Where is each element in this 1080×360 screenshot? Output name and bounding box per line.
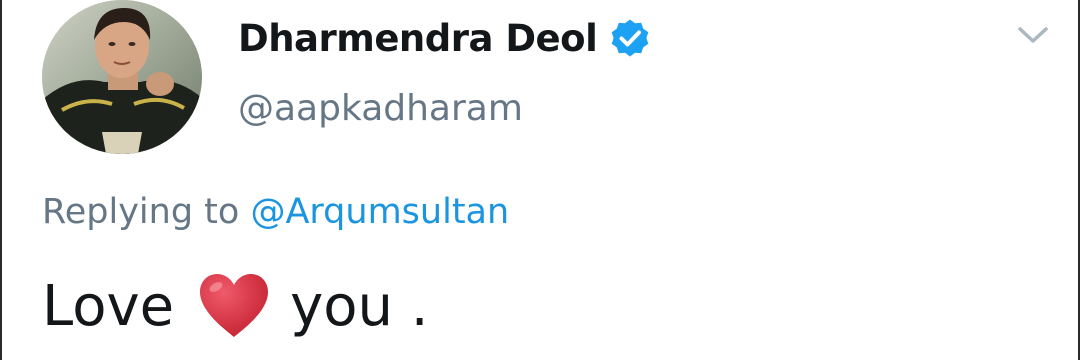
chevron-down-icon[interactable] bbox=[1014, 18, 1052, 52]
author-display-name[interactable]: Dharmendra Deol bbox=[238, 17, 598, 60]
tweet-card: Dharmendra Deol @aapkadharam Replying to… bbox=[0, 0, 1080, 360]
author-avatar[interactable] bbox=[42, 0, 202, 154]
author-name-row[interactable]: Dharmendra Deol bbox=[238, 12, 650, 64]
verified-badge-icon bbox=[611, 19, 649, 57]
tweet-text-before-emoji: Love bbox=[42, 273, 175, 339]
heart-emoji-icon bbox=[200, 274, 269, 337]
tweet-text: Love you . bbox=[42, 266, 429, 346]
replying-to-line: Replying to @Arqumsultan bbox=[42, 192, 509, 232]
author-handle[interactable]: @aapkadharam bbox=[238, 88, 523, 129]
reply-mention-link[interactable]: @Arqumsultan bbox=[250, 192, 509, 232]
tweet-text-after-emoji: you . bbox=[290, 273, 429, 339]
replying-to-label: Replying to bbox=[42, 192, 240, 232]
avatar-photo-icon bbox=[42, 0, 202, 154]
